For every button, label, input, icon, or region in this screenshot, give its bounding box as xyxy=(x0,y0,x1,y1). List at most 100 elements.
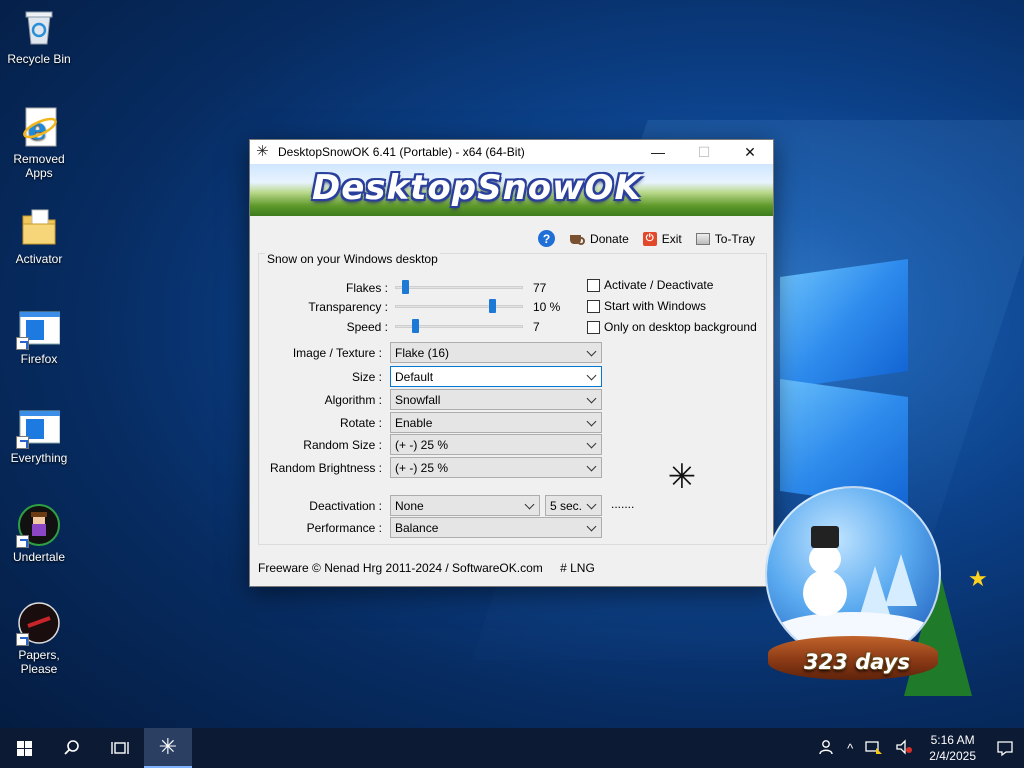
app-banner: DesktopSnowOK xyxy=(250,164,773,216)
taskbar-app-desktopsnowok[interactable]: ✳ xyxy=(144,728,192,768)
chevron-down-icon xyxy=(586,499,597,510)
select-value: Snowfall xyxy=(395,392,441,407)
snowman-head xyxy=(809,544,841,574)
copyright-link[interactable]: Freeware © Nenad Hrg 2011-2024 / Softwar… xyxy=(258,561,543,575)
desktop-icon-label: Undertale xyxy=(12,550,66,564)
desktop-background-checkbox[interactable]: Only on desktop background xyxy=(587,320,757,334)
algorithm-select[interactable]: Snowfall xyxy=(390,389,602,410)
help-button[interactable]: ? xyxy=(538,230,556,247)
toolbar: ? Donate ⏻ Exit To-Tray xyxy=(538,230,755,247)
checkbox-label: Activate / Deactivate xyxy=(604,278,714,292)
banner-title: DesktopSnowOK xyxy=(312,168,642,208)
checkbox-box[interactable] xyxy=(587,299,600,313)
desktop-icon-firefox[interactable]: Firefox xyxy=(2,306,76,366)
minimize-button[interactable]: — xyxy=(635,140,681,164)
performance-select[interactable]: Balance xyxy=(390,517,602,538)
snow-settings-group: Snow on your Windows desktop Flakes : 77… xyxy=(258,252,767,545)
search-button[interactable] xyxy=(48,728,96,768)
desktop-icon-activator[interactable]: Activator xyxy=(2,206,76,266)
select-value: (+ -) 25 % xyxy=(395,437,449,452)
shortcut-arrow-icon xyxy=(16,535,29,548)
select-value: (+ -) 25 % xyxy=(395,460,449,475)
image-texture-select[interactable]: Flake (16) xyxy=(390,342,602,363)
desktop-icon-label: Everything xyxy=(10,451,68,465)
exit-label: Exit xyxy=(661,231,682,246)
deactivation-extra-button[interactable]: ....... xyxy=(611,497,634,511)
size-label: Size : xyxy=(351,370,382,384)
deactivation-label: Deactivation : xyxy=(309,499,382,513)
random-brightness-label: Random Brightness : xyxy=(269,461,382,475)
donate-button[interactable]: Donate xyxy=(569,232,629,246)
deactivation-select[interactable]: None xyxy=(390,495,540,516)
image-texture-label: Image / Texture : xyxy=(292,346,382,360)
start-button[interactable] xyxy=(0,728,48,768)
chevron-up-icon[interactable]: ^ xyxy=(841,741,859,756)
task-view-button[interactable] xyxy=(96,728,144,768)
flakes-slider-track[interactable] xyxy=(395,286,523,289)
random-size-select[interactable]: (+ -) 25 % xyxy=(390,434,602,455)
random-brightness-select[interactable]: (+ -) 25 % xyxy=(390,457,602,478)
chevron-down-icon xyxy=(586,346,597,357)
transparency-slider-thumb[interactable] xyxy=(489,299,497,313)
start-with-windows-checkbox[interactable]: Start with Windows xyxy=(587,299,706,313)
deactivation-time-select[interactable]: 5 sec. xyxy=(545,495,602,516)
title-bar[interactable]: ✳ DesktopSnowOK 6.41 (Portable) - x64 (6… xyxy=(250,140,773,164)
notification-button[interactable] xyxy=(986,728,1024,768)
desktop-icon-everything[interactable]: Everything xyxy=(2,405,76,465)
desktop-icon-recycle-bin[interactable]: Recycle Bin xyxy=(2,6,76,66)
checkbox-label: Only on desktop background xyxy=(604,320,757,334)
flakes-value: 77 xyxy=(533,281,547,295)
app-window-icon xyxy=(16,306,61,350)
papers-please-icon xyxy=(16,602,60,646)
people-icon[interactable] xyxy=(811,738,841,759)
performance-label: Performance : xyxy=(306,521,382,535)
chevron-down-icon xyxy=(586,393,597,404)
notification-icon xyxy=(997,741,1013,757)
maximize-button[interactable]: ☐ xyxy=(681,140,727,164)
desktop-icon-label: Activator xyxy=(15,252,63,266)
days-counter: 323 days xyxy=(804,650,910,674)
desktop-icon-papers-please[interactable]: Papers, Please xyxy=(2,602,76,676)
folder-icon xyxy=(18,206,60,248)
app-window-icon xyxy=(16,405,61,449)
desktop-icon-undertale[interactable]: Undertale xyxy=(2,504,76,564)
size-select[interactable]: Default xyxy=(390,366,602,387)
desktop-icon-label: Recycle Bin xyxy=(7,52,71,66)
chevron-down-icon xyxy=(586,370,597,381)
desktop-icon-removed-apps[interactable]: e Removed Apps xyxy=(2,106,76,180)
to-tray-button[interactable]: To-Tray xyxy=(695,231,755,246)
to-tray-label: To-Tray xyxy=(714,231,755,246)
flakes-label: Flakes : xyxy=(345,281,388,295)
exit-button[interactable]: ⏻ Exit xyxy=(642,231,682,246)
shortcut-arrow-icon xyxy=(16,436,29,449)
chevron-down-icon xyxy=(524,499,535,510)
clock-time: 5:16 AM xyxy=(930,733,975,747)
window-title: DesktopSnowOK 6.41 (Portable) - x64 (64-… xyxy=(278,145,525,159)
select-value: Default xyxy=(395,369,434,384)
shortcut-arrow-icon xyxy=(16,633,29,646)
checkbox-box[interactable] xyxy=(587,320,600,334)
flakes-slider-thumb[interactable] xyxy=(402,280,410,294)
speed-slider-thumb[interactable] xyxy=(411,319,419,333)
transparency-slider-track[interactable] xyxy=(395,305,523,308)
volume-muted-icon[interactable] xyxy=(889,738,919,758)
chevron-down-icon xyxy=(586,416,597,427)
snowflake-icon: ✳ xyxy=(158,734,178,759)
close-button[interactable]: ✕ xyxy=(727,140,773,164)
coffee-cup-icon xyxy=(569,232,586,246)
group-title: Snow on your Windows desktop xyxy=(265,252,440,266)
clock[interactable]: 5:16 AM 2/4/2025 xyxy=(919,732,986,764)
snowman-hat xyxy=(811,526,839,548)
undertale-icon xyxy=(16,504,60,548)
rotate-select[interactable]: Enable xyxy=(390,412,602,433)
language-link[interactable]: # LNG xyxy=(560,561,595,575)
system-tray: ^ 5:16 AM 2/4/2025 xyxy=(811,728,1024,768)
internet-explorer-icon: e xyxy=(18,106,60,148)
power-icon: ⏻ xyxy=(642,231,657,246)
desktop-icon-label: Papers, Please xyxy=(18,648,60,676)
checkbox-box[interactable] xyxy=(587,278,600,292)
desktopsnowok-window: ✳ DesktopSnowOK 6.41 (Portable) - x64 (6… xyxy=(249,139,774,587)
activate-checkbox[interactable]: Activate / Deactivate xyxy=(587,278,713,292)
network-warning-icon[interactable] xyxy=(859,739,889,758)
select-value: Enable xyxy=(395,415,433,430)
